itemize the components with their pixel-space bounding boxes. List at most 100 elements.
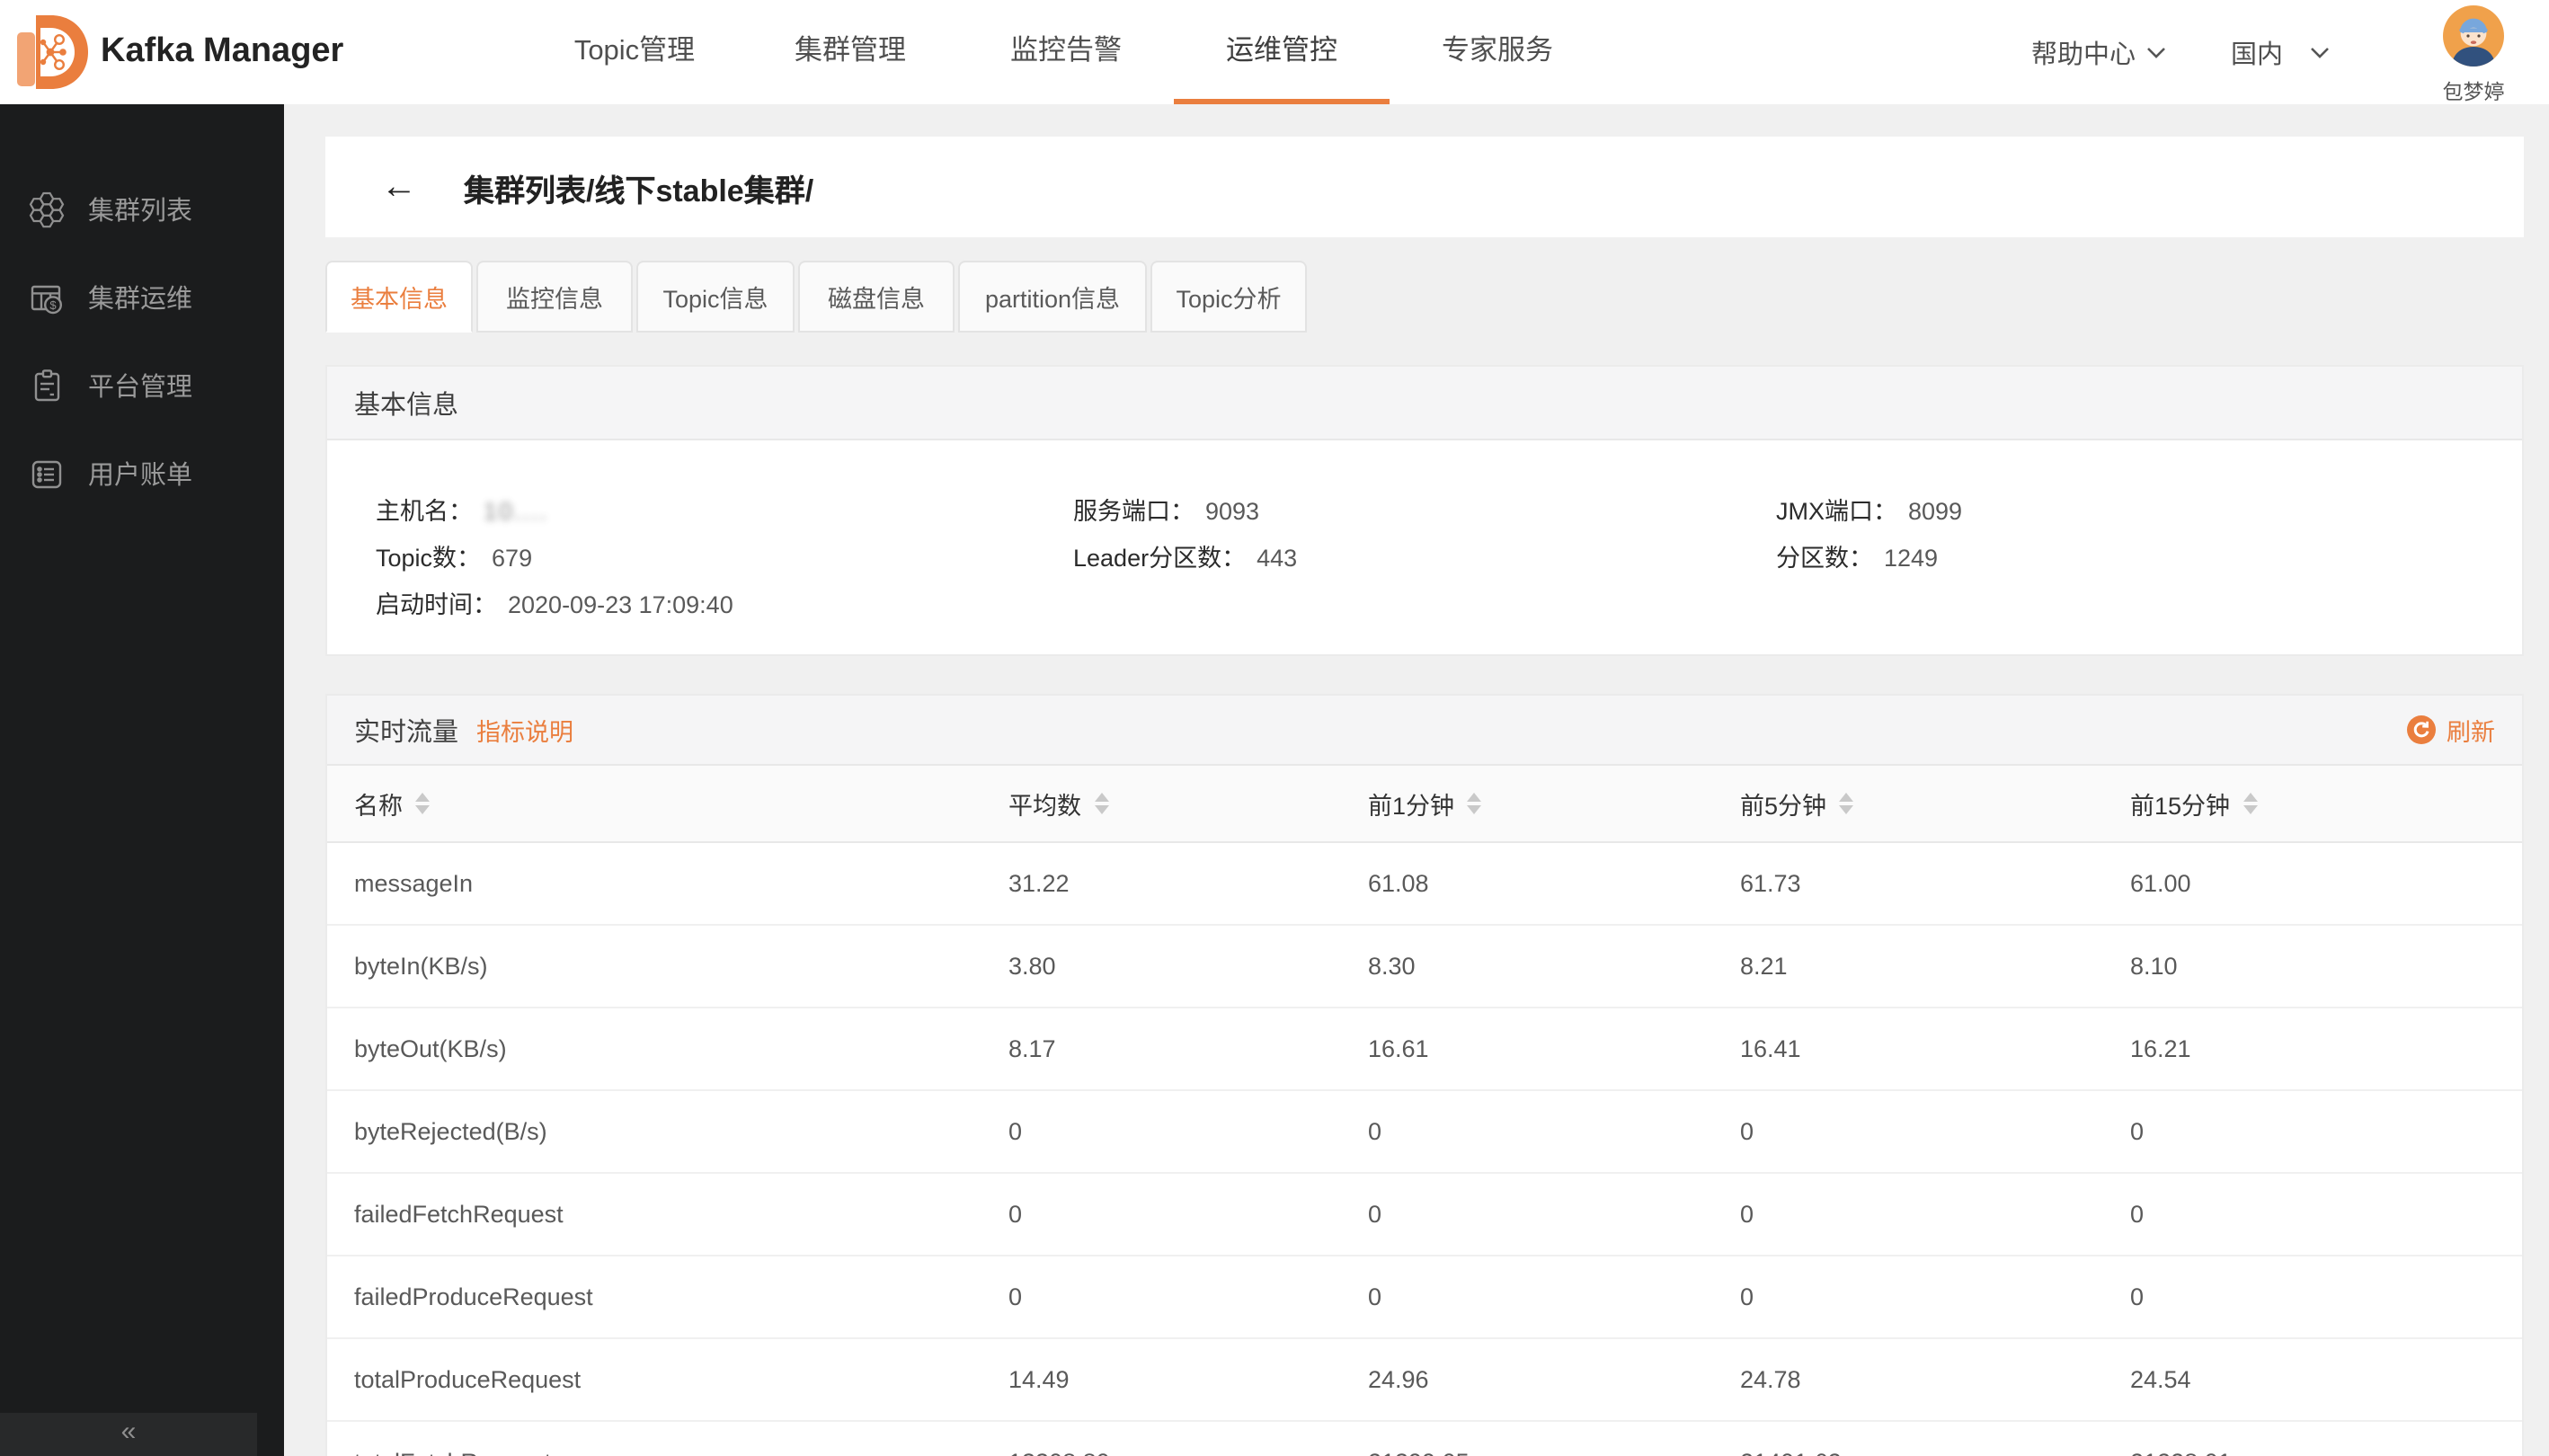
tab-partition-info[interactable]: partition信息 — [958, 261, 1147, 333]
nav-topic-management[interactable]: Topic管理 — [527, 0, 742, 104]
app-title: Kafka Manager — [101, 0, 343, 104]
table-row: totalFetchRequest13308.8021399.0521401.6… — [327, 1422, 2522, 1456]
honeycomb-cluster-icon — [25, 188, 68, 231]
metric-value-cell: 61.00 — [2103, 870, 2522, 897]
metric-value-cell: 21399.05 — [1341, 1449, 1713, 1456]
basic-info-fields: 主机名：10.... 服务端口：9093 JMX端口：8099 Topic数：6… — [327, 440, 2522, 654]
metric-name-cell: byteRejected(B/s) — [327, 1118, 981, 1145]
metrics-table-header: 名称 平均数 前1分钟 前5分钟 — [327, 766, 2522, 843]
nav-expert-services[interactable]: 专家服务 — [1390, 0, 1605, 104]
field-start-time: 启动时间：2020-09-23 17:09:40 — [376, 588, 1073, 622]
metric-value-cell: 0 — [2103, 1118, 2522, 1145]
sidebar-item-label: 集群列表 — [88, 191, 192, 228]
help-center-label: 帮助中心 — [2031, 33, 2136, 71]
sidebar-collapse-button[interactable]: « — [0, 1413, 257, 1456]
top-bar: Kafka Manager Topic管理 集群管理 监控告警 运维管控 专家服… — [0, 0, 2549, 104]
metric-value-cell: 21228.01 — [2103, 1449, 2522, 1456]
tab-basic-info[interactable]: 基本信息 — [325, 261, 473, 333]
chevron-down-icon — [2310, 46, 2330, 58]
tab-topic-analysis[interactable]: Topic分析 — [1150, 261, 1307, 333]
field-partition-count: 分区数：1249 — [1776, 541, 2522, 575]
realtime-traffic-header: 实时流量 指标说明 刷新 — [327, 696, 2522, 766]
nav-monitoring-alerts[interactable]: 监控告警 — [958, 0, 1174, 104]
field-hostname: 主机名：10.... — [376, 494, 1073, 528]
tab-topic-info[interactable]: Topic信息 — [636, 261, 795, 333]
chevron-down-icon — [2146, 46, 2166, 58]
sidebar-item-cluster-list[interactable]: 集群列表 — [0, 165, 284, 253]
metric-name-cell: totalProduceRequest — [327, 1366, 981, 1393]
metric-value-cell: 8.10 — [2103, 953, 2522, 980]
nav-cluster-management[interactable]: 集群管理 — [742, 0, 958, 104]
nav-ops-control[interactable]: 运维管控 — [1174, 0, 1390, 104]
main-nav: Topic管理 集群管理 监控告警 运维管控 专家服务 — [527, 0, 1605, 104]
metric-value-cell: 24.78 — [1713, 1366, 2103, 1393]
column-header-last-1-min[interactable]: 前1分钟 — [1341, 786, 1713, 821]
tab-monitor-info[interactable]: 监控信息 — [476, 261, 633, 333]
column-header-name[interactable]: 名称 — [327, 786, 981, 821]
metric-name-cell: byteIn(KB/s) — [327, 953, 981, 980]
metric-value-cell: 16.21 — [2103, 1035, 2522, 1062]
realtime-traffic-card: 实时流量 指标说明 刷新 名称 — [325, 694, 2524, 1456]
column-header-last-5-min[interactable]: 前5分钟 — [1713, 786, 2103, 821]
table-row: failedProduceRequest0000 — [327, 1256, 2522, 1339]
help-center-menu[interactable]: 帮助中心 — [2031, 33, 2166, 71]
back-button[interactable]: ← — [381, 169, 417, 205]
column-header-last-15-min[interactable]: 前15分钟 — [2103, 786, 2522, 821]
table-row: byteIn(KB/s)3.808.308.218.10 — [327, 926, 2522, 1008]
detail-tabs: 基本信息 监控信息 Topic信息 磁盘信息 partition信息 Topic… — [325, 261, 2524, 333]
metric-value-cell: 61.73 — [1713, 870, 2103, 897]
metric-value-cell: 0 — [2103, 1283, 2522, 1310]
metric-description-link[interactable]: 指标说明 — [476, 712, 573, 748]
metric-value-cell: 0 — [981, 1201, 1341, 1228]
refresh-label: 刷新 — [2447, 712, 2495, 748]
metric-value-cell: 24.96 — [1341, 1366, 1713, 1393]
field-service-port: 服务端口：9093 — [1073, 494, 1776, 528]
metric-name-cell: messageIn — [327, 870, 981, 897]
table-dollar-icon: $ — [25, 276, 68, 319]
metric-value-cell: 14.49 — [981, 1366, 1341, 1393]
metric-value-cell: 0 — [1713, 1118, 2103, 1145]
metric-value-cell: 8.30 — [1341, 953, 1713, 980]
table-row: byteRejected(B/s)0000 — [327, 1091, 2522, 1174]
field-leader-partition-count: Leader分区数：443 — [1073, 541, 1776, 575]
basic-info-card: 基本信息 主机名：10.... 服务端口：9093 JMX端口：8099 — [325, 365, 2524, 656]
sort-icon[interactable] — [1467, 793, 1481, 814]
metric-value-cell: 0 — [2103, 1201, 2522, 1228]
sidebar-item-user-billing[interactable]: 用户账单 — [0, 430, 284, 518]
metric-value-cell: 13308.80 — [981, 1449, 1341, 1456]
metric-value-cell: 0 — [1341, 1118, 1713, 1145]
field-jmx-port: JMX端口：8099 — [1776, 494, 2522, 528]
tab-disk-info[interactable]: 磁盘信息 — [798, 261, 955, 333]
column-header-average[interactable]: 平均数 — [981, 786, 1341, 821]
user-name: 包梦婷 — [2443, 76, 2505, 105]
refresh-button[interactable]: 刷新 — [2407, 712, 2495, 748]
clipboard-icon — [25, 364, 68, 407]
basic-info-card-title: 基本信息 — [327, 367, 2522, 440]
sidebar-item-platform-admin[interactable]: 平台管理 — [0, 342, 284, 430]
metric-value-cell: 24.54 — [2103, 1366, 2522, 1393]
metric-value-cell: 61.08 — [1341, 870, 1713, 897]
metric-value-cell: 8.21 — [1713, 953, 2103, 980]
sort-icon[interactable] — [1094, 793, 1108, 814]
sort-icon[interactable] — [1839, 793, 1853, 814]
metric-name-cell: failedFetchRequest — [327, 1201, 981, 1228]
metric-value-cell: 0 — [1713, 1283, 2103, 1310]
metrics-table-body: messageIn31.2261.0861.7361.00byteIn(KB/s… — [327, 843, 2522, 1456]
metric-value-cell: 0 — [1341, 1283, 1713, 1310]
main-content: ← 集群列表/线下stable集群/ 基本信息 监控信息 Topic信息 磁盘信… — [284, 104, 2549, 1456]
sidebar-item-label: 用户账单 — [88, 455, 192, 493]
field-topic-count: Topic数：679 — [376, 541, 1073, 575]
sidebar: 集群列表 $ 集群运维 — [0, 104, 284, 1456]
metric-name-cell: byteOut(KB/s) — [327, 1035, 981, 1062]
metric-value-cell: 16.41 — [1713, 1035, 2103, 1062]
svg-text:$: $ — [49, 297, 57, 311]
sort-icon[interactable] — [2243, 793, 2257, 814]
sort-icon[interactable] — [415, 793, 430, 814]
metric-value-cell: 3.80 — [981, 953, 1341, 980]
region-menu[interactable]: 国内 — [2231, 33, 2330, 71]
metric-name-cell: totalFetchRequest — [327, 1449, 981, 1456]
region-label: 国内 — [2231, 33, 2283, 71]
app-logo-icon — [14, 13, 90, 92]
sidebar-item-cluster-ops[interactable]: $ 集群运维 — [0, 253, 284, 342]
user-menu[interactable]: 包梦婷 — [2423, 0, 2524, 105]
